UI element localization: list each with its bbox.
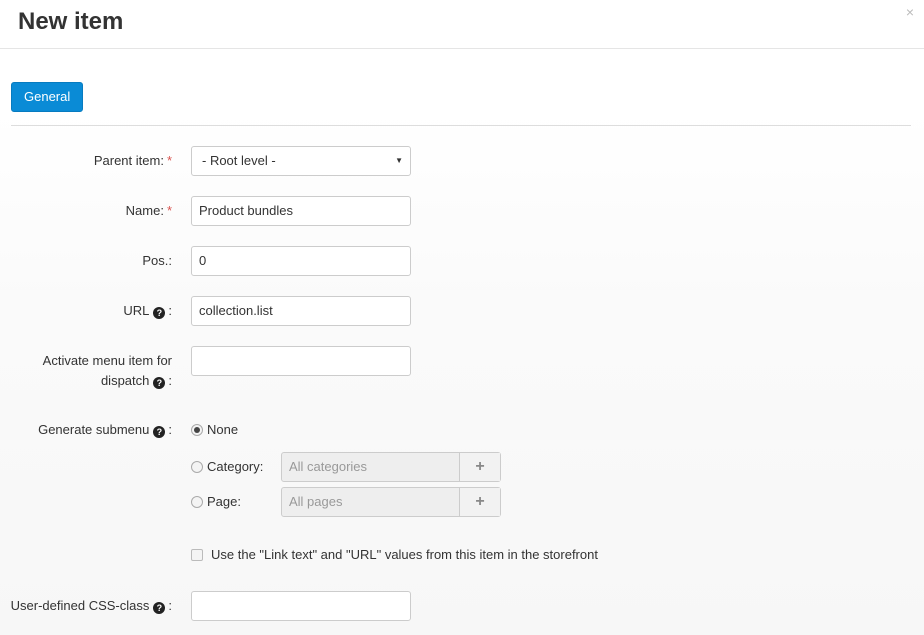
colon: : bbox=[168, 373, 172, 388]
parent-item-label: Parent item: * bbox=[94, 151, 172, 171]
css-class-label: User-defined CSS-class?: bbox=[11, 596, 172, 616]
question-circle-icon[interactable]: ? bbox=[153, 426, 166, 438]
submenu-option-none[interactable]: None bbox=[191, 420, 238, 440]
parent-item-value: - Root level - bbox=[202, 153, 276, 168]
use-link-text-option[interactable]: Use the "Link text" and "URL" values fro… bbox=[191, 545, 598, 565]
parent-item-select[interactable]: - Root level - ▼ bbox=[191, 146, 411, 176]
page-picker-placeholder: All pages bbox=[289, 494, 343, 509]
radio-page[interactable] bbox=[191, 496, 203, 508]
dispatch-input[interactable] bbox=[191, 346, 411, 376]
radio-page-label: Page: bbox=[207, 494, 241, 509]
submenu-option-category[interactable]: Category: bbox=[191, 457, 263, 477]
tabs-divider bbox=[11, 125, 911, 126]
page-picker[interactable]: All pages + bbox=[281, 487, 501, 517]
use-link-text-label: Use the "Link text" and "URL" values fro… bbox=[211, 547, 598, 562]
radio-category[interactable] bbox=[191, 461, 203, 473]
radio-none[interactable] bbox=[191, 424, 203, 436]
radio-category-label: Category: bbox=[207, 459, 264, 474]
css-class-input[interactable] bbox=[191, 591, 411, 621]
required-mark: * bbox=[166, 203, 172, 218]
tab-general[interactable]: General bbox=[11, 82, 84, 112]
name-label: Name: * bbox=[126, 201, 172, 221]
url-label-text: URL bbox=[123, 303, 150, 318]
name-label-text: Name: bbox=[125, 203, 164, 218]
use-link-text-checkbox[interactable] bbox=[191, 549, 203, 561]
dispatch-label-line1: Activate menu item for bbox=[42, 353, 172, 368]
dispatch-label: Activate menu item for dispatch?: bbox=[43, 351, 172, 391]
question-circle-icon[interactable]: ? bbox=[153, 602, 166, 614]
dialog-body: General Parent item: * - Root level - ▼ N… bbox=[0, 50, 924, 635]
question-circle-icon[interactable]: ? bbox=[153, 307, 166, 319]
colon: : bbox=[168, 422, 172, 437]
name-input[interactable]: Product bundles bbox=[191, 196, 411, 226]
parent-item-label-text: Parent item: bbox=[93, 153, 164, 168]
url-label: URL?: bbox=[123, 301, 172, 321]
dialog-title: New item bbox=[18, 8, 124, 35]
dispatch-label-line2: dispatch?: bbox=[43, 371, 172, 391]
caret-down-icon: ▼ bbox=[395, 156, 403, 165]
url-input[interactable]: collection.list bbox=[191, 296, 411, 326]
colon: : bbox=[168, 598, 172, 613]
required-mark: * bbox=[166, 153, 172, 168]
question-circle-icon[interactable]: ? bbox=[153, 377, 166, 389]
generate-submenu-label: Generate submenu?: bbox=[38, 420, 172, 440]
colon: : bbox=[168, 303, 172, 318]
css-class-label-text: User-defined CSS-class bbox=[10, 598, 150, 613]
radio-none-label: None bbox=[207, 422, 239, 437]
pos-input[interactable]: 0 bbox=[191, 246, 411, 276]
category-picker-placeholder: All categories bbox=[289, 459, 368, 474]
new-item-dialog: New item × General Parent item: * - Root … bbox=[0, 0, 924, 635]
dispatch-label-text: dispatch bbox=[100, 373, 150, 388]
category-picker[interactable]: All categories + bbox=[281, 452, 501, 482]
generate-submenu-label-text: Generate submenu bbox=[38, 422, 150, 437]
close-icon[interactable]: × bbox=[906, 4, 914, 20]
pos-label: Pos.: bbox=[142, 253, 172, 268]
plus-icon[interactable]: + bbox=[459, 453, 500, 481]
dialog-header: New item × bbox=[0, 0, 924, 49]
submenu-option-page[interactable]: Page: bbox=[191, 492, 241, 512]
plus-icon[interactable]: + bbox=[459, 488, 500, 516]
